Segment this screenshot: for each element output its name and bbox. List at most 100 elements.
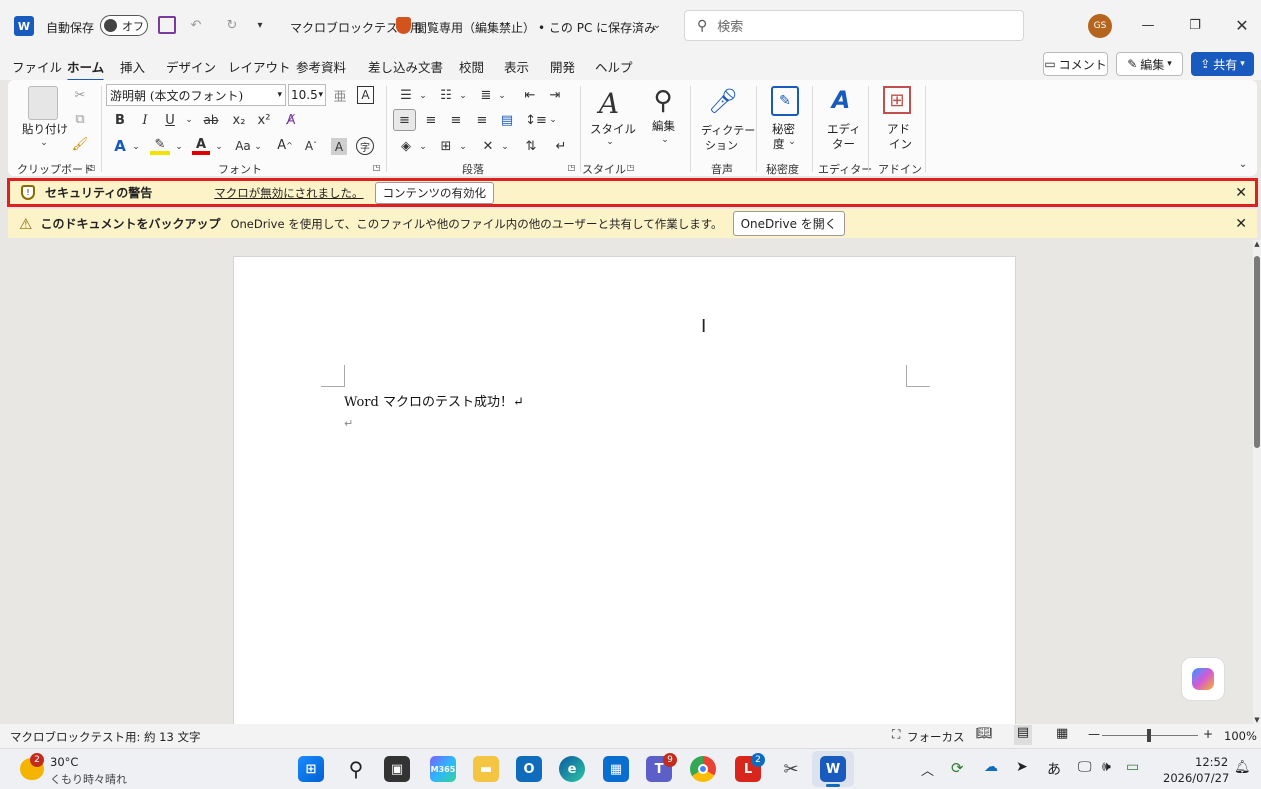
- undo-icon[interactable]: ↶: [186, 14, 206, 36]
- enable-content-button[interactable]: コンテンツの有効化: [374, 181, 495, 204]
- dialog-launcher-icon[interactable]: ◳: [567, 163, 576, 172]
- chevron-down-icon[interactable]: ⌄: [604, 136, 616, 148]
- grow-font-icon[interactable]: A ^: [276, 137, 294, 154]
- tab-mailings[interactable]: 差し込み文書: [368, 57, 443, 76]
- scroll-down-icon[interactable]: ▼: [1253, 716, 1261, 724]
- sensitivity-label-2[interactable]: 度: [773, 136, 785, 152]
- chevron-down-icon[interactable]: ⌄: [659, 134, 671, 146]
- document-page[interactable]: Word マクロのテスト成功！↵ ↵ I: [233, 256, 1016, 726]
- format-painter-icon[interactable]: 🖌: [72, 136, 89, 152]
- share-button[interactable]: ⇪ 共有 ▾: [1191, 52, 1254, 76]
- web-layout-icon[interactable]: ▦: [1056, 726, 1068, 741]
- start-icon[interactable]: ⊞: [298, 756, 324, 782]
- addin-label-2[interactable]: イン: [889, 136, 912, 152]
- dictate-label-2[interactable]: ション: [705, 137, 738, 153]
- line-spacing-icon[interactable]: ↕≡: [525, 110, 547, 130]
- weather-desc[interactable]: くもり時々晴れ: [50, 771, 127, 787]
- task-view-icon[interactable]: ▣: [384, 756, 410, 782]
- character-border-icon[interactable]: A: [357, 86, 374, 104]
- bold-icon[interactable]: B: [112, 112, 128, 128]
- italic-icon[interactable]: I: [137, 112, 153, 128]
- close-icon[interactable]: ✕: [1235, 185, 1247, 201]
- chevron-down-icon[interactable]: ⌄: [650, 16, 664, 34]
- avatar[interactable]: GS: [1088, 14, 1112, 38]
- chevron-down-icon[interactable]: ⌄: [38, 137, 50, 149]
- search-input[interactable]: 検索: [717, 16, 743, 35]
- shading-icon[interactable]: ◈: [396, 137, 416, 155]
- chrome-icon[interactable]: [690, 756, 716, 782]
- chevron-down-icon[interactable]: ⌄: [253, 141, 263, 153]
- save-location[interactable]: • この PC に保存済み: [538, 19, 656, 36]
- tab-file[interactable]: ファイル: [12, 57, 62, 76]
- print-layout-icon[interactable]: ▤: [1014, 725, 1032, 745]
- chevron-down-icon[interactable]: ⌄: [500, 141, 510, 153]
- edit-mode-button[interactable]: ✎ 編集 ▾: [1116, 52, 1183, 76]
- tab-home[interactable]: ホーム: [67, 57, 105, 82]
- edit-label[interactable]: 編集: [652, 118, 675, 134]
- word-taskbar-icon[interactable]: W: [820, 756, 846, 782]
- chevron-down-icon[interactable]: ⌄: [184, 114, 194, 126]
- font-color-icon[interactable]: A: [192, 137, 210, 155]
- chevron-up-icon[interactable]: ︿: [921, 760, 934, 779]
- autosave-toggle[interactable]: オフ: [100, 15, 148, 36]
- sensitivity-icon[interactable]: ✎: [771, 86, 799, 116]
- weather-temp[interactable]: 30°C: [50, 755, 78, 769]
- tab-review[interactable]: 校閲: [459, 57, 484, 76]
- editor-icon[interactable]: A: [826, 84, 856, 116]
- chevron-down-icon[interactable]: ⌄: [418, 90, 428, 102]
- battery-icon[interactable]: ▭: [1126, 759, 1139, 775]
- phonetic-guide-icon[interactable]: 亜: [332, 86, 348, 105]
- network-icon[interactable]: 🖵︎: [1078, 759, 1092, 775]
- notification-icon[interactable]: 🔔︎: [1234, 760, 1251, 775]
- highlight-icon[interactable]: ✎: [150, 137, 170, 155]
- chevron-down-icon[interactable]: ⌄: [214, 141, 224, 153]
- document-line-2[interactable]: ↵: [344, 417, 353, 430]
- scroll-up-icon[interactable]: ▲: [1253, 240, 1261, 248]
- addins-icon[interactable]: ⊞: [883, 86, 911, 114]
- find-icon[interactable]: ⚲: [646, 84, 680, 118]
- underline-icon[interactable]: U: [162, 112, 178, 128]
- paste-icon[interactable]: [28, 86, 58, 120]
- comment-button[interactable]: ▭ コメント: [1043, 52, 1108, 76]
- decrease-indent-icon[interactable]: ⇤: [520, 86, 540, 104]
- style-label[interactable]: スタイル: [590, 121, 636, 137]
- volume-icon[interactable]: 🕪︎: [1102, 759, 1111, 775]
- change-case-icon[interactable]: Aa: [232, 138, 254, 154]
- search-box[interactable]: ⚲ 検索: [684, 10, 1024, 41]
- zoom-in-icon[interactable]: +: [1203, 727, 1213, 741]
- outlook-icon[interactable]: O: [516, 756, 542, 782]
- microphone-icon[interactable]: 🎤︎: [708, 84, 738, 118]
- subscript-icon[interactable]: x₂: [230, 112, 248, 128]
- document-line-1[interactable]: Word マクロのテスト成功！↵: [344, 391, 524, 410]
- copy-icon[interactable]: ⧉: [72, 111, 88, 127]
- onedrive-icon[interactable]: ☁: [984, 759, 998, 775]
- chevron-down-icon[interactable]: ⌄: [497, 90, 507, 102]
- customize-qat-icon[interactable]: ▾: [252, 14, 268, 36]
- store-icon[interactable]: ▦: [603, 756, 629, 782]
- increase-indent-icon[interactable]: ⇥: [545, 86, 565, 104]
- chevron-down-icon[interactable]: ⌄: [548, 114, 558, 126]
- focus-icon[interactable]: ⛶: [892, 727, 900, 742]
- sensitivity-label[interactable]: 秘密: [772, 121, 795, 137]
- align-center-icon[interactable]: ≡: [421, 110, 441, 130]
- restore-icon[interactable]: ❐: [1185, 14, 1205, 36]
- dialog-launcher-icon[interactable]: ◳: [372, 163, 381, 172]
- collapse-ribbon-icon[interactable]: ⌄: [1236, 158, 1250, 170]
- readonly-label[interactable]: 閲覧専用（編集禁止）: [415, 19, 535, 36]
- focus-label[interactable]: フォーカス: [907, 729, 965, 745]
- dialog-launcher-icon[interactable]: ◳: [626, 163, 635, 172]
- addin-label[interactable]: アド: [887, 121, 910, 137]
- close-icon[interactable]: ✕: [1235, 216, 1247, 232]
- numbering-icon[interactable]: ☷: [436, 86, 456, 104]
- word-count[interactable]: マクロブロックテスト用: 約 13 文字: [10, 729, 200, 745]
- edge-icon[interactable]: e: [559, 756, 585, 782]
- search-icon[interactable]: ⚲: [343, 756, 369, 782]
- save-icon[interactable]: [158, 16, 176, 34]
- bullets-icon[interactable]: ☰: [396, 86, 416, 104]
- snipping-tool-icon[interactable]: ✂: [778, 756, 804, 782]
- sort-icon[interactable]: ⇅: [521, 137, 541, 155]
- tab-help[interactable]: ヘルプ: [595, 57, 633, 76]
- borders-icon[interactable]: ⊞: [436, 137, 456, 155]
- font-name-select[interactable]: 游明朝 (本文のフォント) ▾: [106, 84, 286, 106]
- align-left-icon[interactable]: ≡: [393, 109, 416, 131]
